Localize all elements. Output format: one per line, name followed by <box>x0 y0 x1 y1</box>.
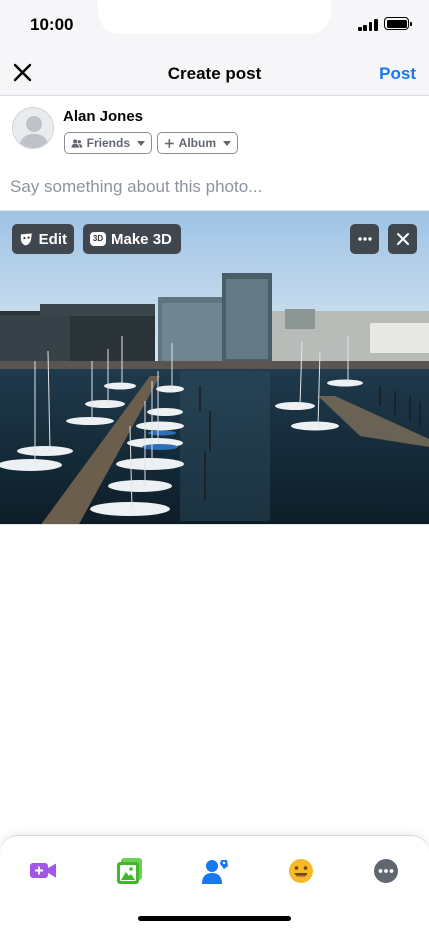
close-icon <box>396 233 409 245</box>
album-selector[interactable]: Album <box>157 132 238 154</box>
chevron-down-icon <box>223 140 231 146</box>
video-icon <box>30 863 56 878</box>
attached-photo[interactable]: Edit 3D Make 3D <box>0 210 429 525</box>
home-indicator[interactable] <box>138 916 291 921</box>
3d-icon: 3D <box>90 232 106 246</box>
post-button[interactable]: Post <box>379 64 416 84</box>
more-icon <box>374 859 398 883</box>
default-avatar-icon <box>13 108 53 148</box>
feeling-icon <box>289 859 313 883</box>
feeling-activity-button[interactable] <box>286 856 316 886</box>
photo-icon <box>117 858 142 884</box>
plus-icon <box>164 138 174 148</box>
album-label: Album <box>178 136 216 150</box>
header: Create post Post <box>0 52 429 96</box>
tag-people-button[interactable] <box>200 856 230 886</box>
status-time: 10:00 <box>30 15 74 34</box>
make-3d-button[interactable]: 3D Make 3D <box>83 224 181 254</box>
status-bar: 10:00 <box>0 0 429 52</box>
add-video-button[interactable] <box>28 856 58 886</box>
edit-photo-button[interactable]: Edit <box>12 224 74 254</box>
remove-photo-button[interactable] <box>388 224 417 254</box>
more-options-button[interactable] <box>371 856 401 886</box>
create-post-screen: 10:00 Create post Post Alan Jones Friend… <box>0 0 429 930</box>
photo-more-button[interactable] <box>350 224 379 254</box>
add-photo-button[interactable] <box>115 856 145 886</box>
avatar[interactable] <box>12 107 54 149</box>
edit-mask-icon <box>20 233 32 246</box>
more-horizontal-icon <box>357 237 372 241</box>
caption-input[interactable]: Say something about this photo... <box>10 177 420 199</box>
battery-icon <box>384 17 412 30</box>
user-name: Alan Jones <box>63 108 144 125</box>
page-title: Create post <box>167 64 262 83</box>
audience-label: Friends <box>86 136 130 150</box>
notch <box>98 0 331 34</box>
audience-selector[interactable]: Friends <box>64 132 152 154</box>
friends-icon <box>71 138 83 148</box>
signal-icon <box>358 18 378 31</box>
edit-label: Edit <box>38 230 67 248</box>
tag-people-icon <box>202 860 228 884</box>
harbor-photo-image <box>0 211 429 524</box>
chevron-down-icon <box>137 140 145 146</box>
make-3d-label: Make 3D <box>111 230 172 248</box>
